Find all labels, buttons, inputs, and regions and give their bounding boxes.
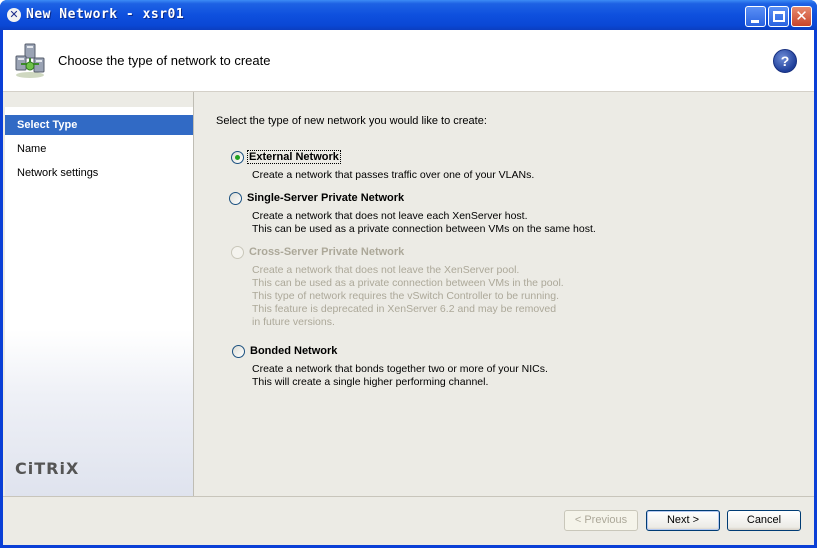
single-server-network-radio[interactable]	[229, 192, 242, 205]
dialog-client-area: Choose the type of network to create ? S…	[3, 30, 814, 545]
external-network-label[interactable]: External Network	[247, 150, 341, 164]
cancel-button[interactable]: Cancel	[727, 510, 801, 531]
minimize-icon	[751, 20, 759, 23]
close-icon: ✕	[795, 7, 808, 25]
title-bar[interactable]: ✕ New Network - xsr01 ✕	[0, 0, 817, 30]
footer-divider	[3, 496, 814, 497]
bonded-network-radio[interactable]	[232, 345, 245, 358]
network-servers-icon	[15, 43, 45, 78]
external-network-desc-1: Create a network that passes traffic ove…	[252, 169, 535, 181]
previous-button[interactable]: < Previous	[564, 510, 638, 531]
help-icon[interactable]: ?	[773, 49, 797, 73]
cross-server-network-radio[interactable]	[231, 246, 244, 259]
bonded-network-desc-1: Create a network that bonds together two…	[252, 363, 548, 375]
cross-server-network-label[interactable]: Cross-Server Private Network	[249, 246, 404, 258]
single-server-network-desc-1: Create a network that does not leave eac…	[252, 210, 528, 222]
bonded-network-label[interactable]: Bonded Network	[250, 345, 337, 357]
cross-server-network-desc-1: Create a network that does not leave the…	[252, 264, 520, 276]
dialog-window: ✕ New Network - xsr01 ✕ Choose the type …	[0, 0, 817, 548]
page-title: Choose the type of network to create	[58, 53, 271, 68]
single-server-network-label[interactable]: Single-Server Private Network	[247, 192, 404, 204]
close-button[interactable]: ✕	[791, 6, 812, 27]
next-button[interactable]: Next >	[646, 510, 720, 531]
maximize-button[interactable]	[768, 6, 789, 27]
xencenter-app-icon: ✕	[7, 8, 21, 22]
wizard-header: Choose the type of network to create ?	[3, 30, 814, 92]
maximize-icon	[773, 11, 785, 22]
nav-item-name[interactable]: Name	[5, 139, 193, 159]
window-title: New Network - xsr01	[26, 7, 185, 22]
minimize-button[interactable]	[745, 6, 766, 27]
citrix-logo: CiTRiX	[15, 459, 80, 478]
single-server-network-desc-2: This can be used as a private connection…	[252, 223, 596, 235]
select-type-panel: Select the type of new network you would…	[194, 92, 814, 496]
cross-server-network-desc-3: This type of network requires the vSwitc…	[252, 290, 559, 302]
external-network-radio[interactable]	[231, 151, 244, 164]
nav-item-network-settings[interactable]: Network settings	[5, 163, 193, 183]
bonded-network-desc-2: This will create a single higher perform…	[252, 376, 489, 388]
nav-item-select-type[interactable]: Select Type	[5, 115, 193, 135]
instruction-text: Select the type of new network you would…	[216, 115, 487, 127]
cross-server-network-desc-5: in future versions.	[252, 316, 335, 328]
cross-server-network-desc-2: This can be used as a private connection…	[252, 277, 564, 289]
cross-server-network-desc-4: This feature is deprecated in XenServer …	[252, 303, 557, 315]
